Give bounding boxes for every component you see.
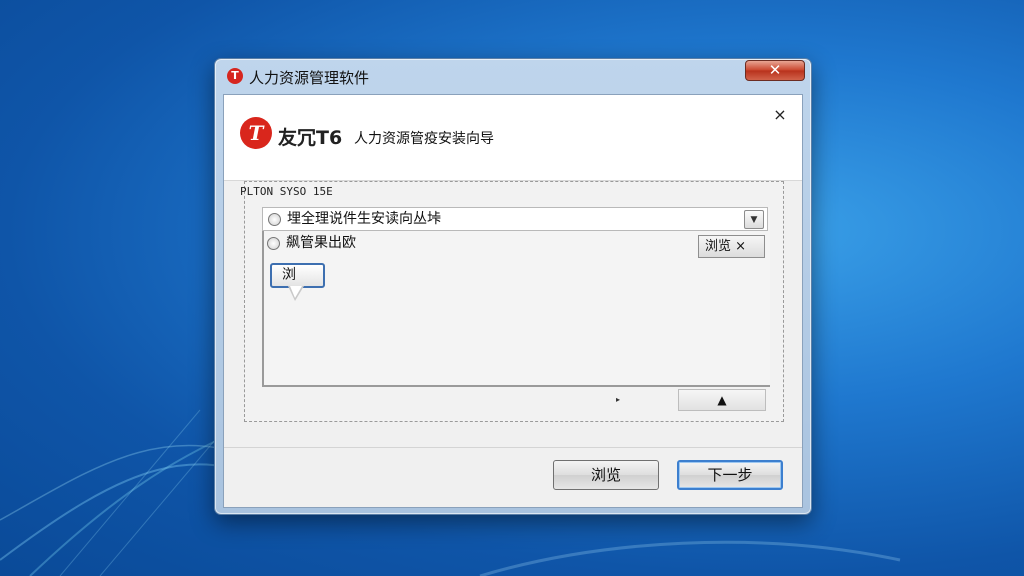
option-label: 埋全理说件生安读向丛垰	[287, 211, 441, 227]
next-button[interactable]: 下一步	[677, 460, 783, 490]
option-label: 飙管果出欧	[286, 235, 356, 251]
scroll-up-button[interactable]: ▲	[678, 389, 766, 411]
window-title: 人力资源管理软件	[249, 69, 370, 87]
option-row-1[interactable]: 埋全理说件生安读向丛垰	[262, 207, 768, 231]
brand-logo-icon: T	[240, 117, 272, 149]
group-label: PLTON SYSO 15E	[240, 185, 333, 198]
tooltip-tail-inner	[290, 286, 302, 298]
wizard-header: T 友冗T6 人力资源管疫安装向导 ×	[224, 95, 802, 181]
radio-button[interactable]	[268, 213, 281, 226]
brand-name: 友冗T6	[278, 127, 343, 149]
installer-window: T 人力资源管理软件 ✕ T 友冗T6 人力资源管疫安装向导 × PLTON S…	[214, 58, 812, 515]
radio-button[interactable]	[267, 237, 280, 250]
browse-button[interactable]: 浏览	[553, 460, 659, 490]
browse-chip-button[interactable]: 浏览 ×	[698, 235, 765, 258]
wizard-client-area: T 友冗T6 人力资源管疫安装向导 × PLTON SYSO 15E 埋全理说件…	[223, 94, 803, 508]
wizard-title: 人力资源管疫安装向导	[354, 131, 494, 147]
browse-small-button[interactable]: 浏	[270, 263, 325, 288]
footer-divider	[224, 447, 802, 448]
scroll-right-icon[interactable]: ▸	[616, 395, 620, 404]
title-bar[interactable]: T 人力资源管理软件 ✕	[215, 59, 811, 91]
option-row-2[interactable]: 飙管果出欧	[262, 232, 768, 256]
app-icon: T	[227, 68, 243, 84]
close-icon[interactable]: ×	[772, 107, 788, 123]
window-close-button[interactable]: ✕	[745, 60, 805, 81]
chevron-down-icon[interactable]: ▼	[744, 210, 764, 229]
